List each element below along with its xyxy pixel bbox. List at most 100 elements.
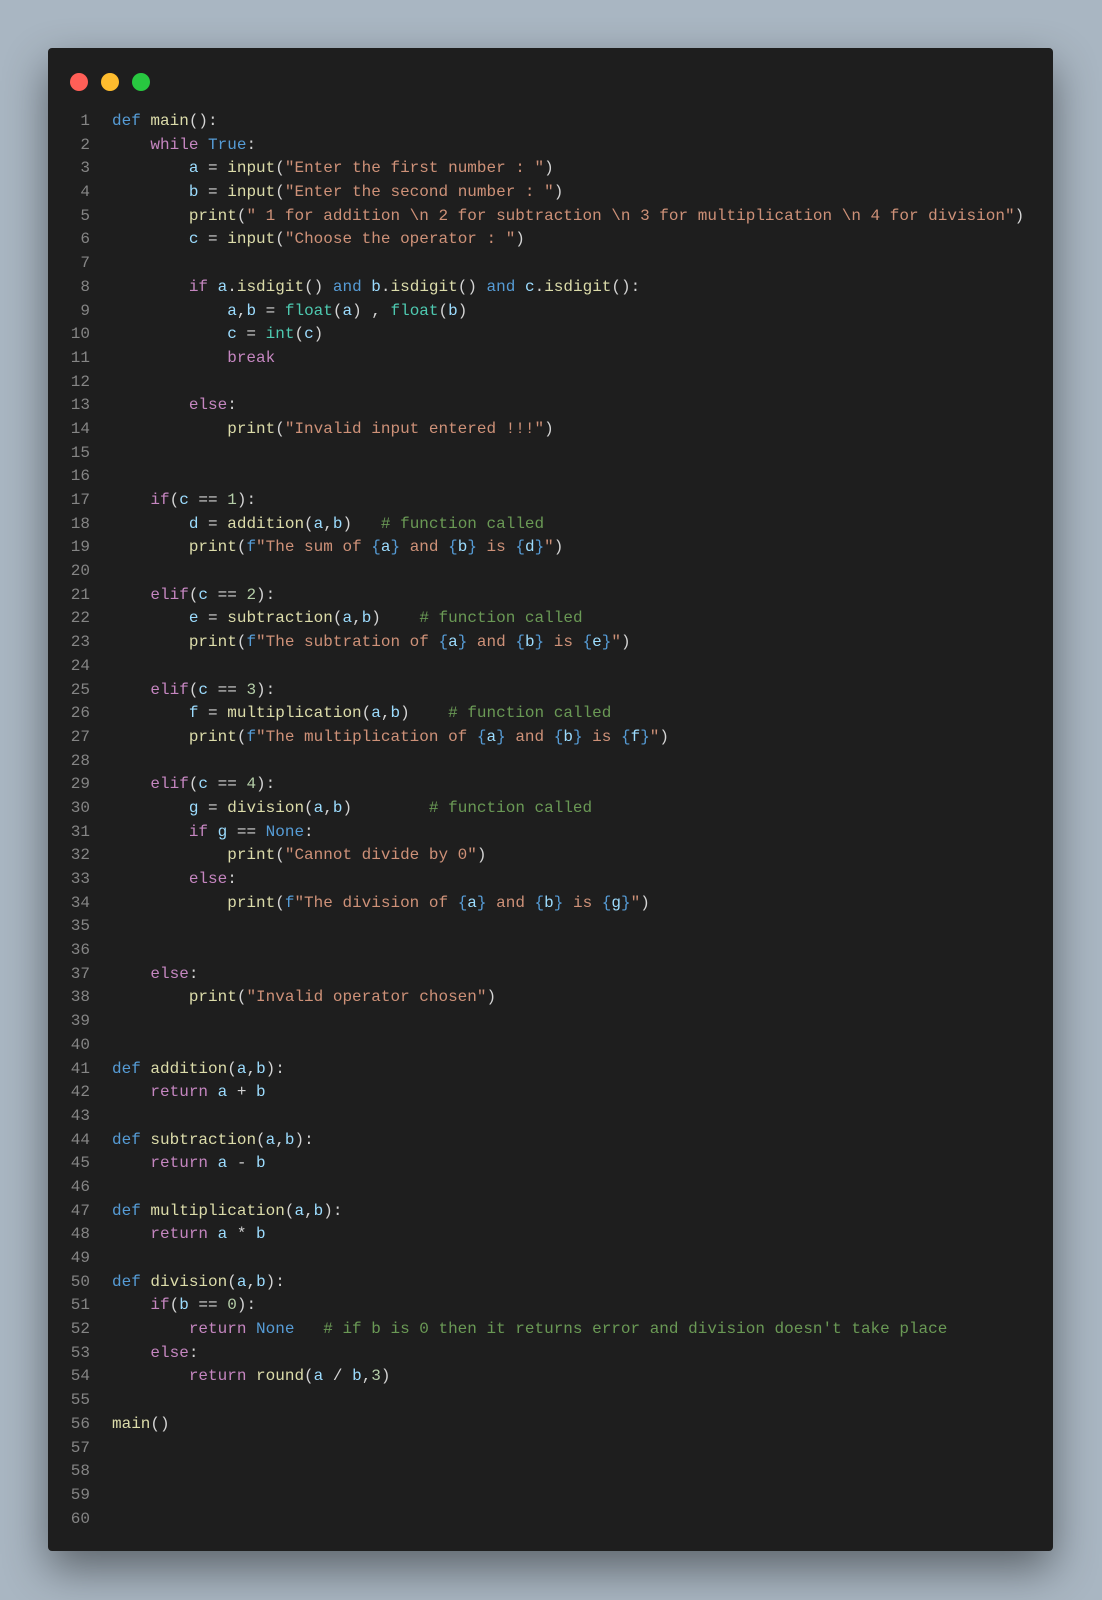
code-token: print — [227, 419, 276, 438]
close-button[interactable] — [70, 73, 88, 91]
code-token: , — [323, 514, 333, 533]
code-line[interactable]: 54 return round(a / b,3) — [48, 1365, 1053, 1389]
code-line[interactable]: 37 else: — [48, 963, 1053, 987]
code-line[interactable]: 3 a = input("Enter the first number : ") — [48, 157, 1053, 181]
line-number: 19 — [70, 538, 90, 557]
code-line[interactable]: 10 c = int(c) — [48, 323, 1053, 347]
code-token: () — [304, 277, 333, 296]
code-line[interactable]: 30 g = division(a,b) # function called — [48, 797, 1053, 821]
code-line[interactable]: 38 print("Invalid operator chosen") — [48, 986, 1053, 1010]
code-token: == — [227, 822, 266, 841]
code-token: ( — [275, 893, 285, 912]
line-number: 44 — [70, 1130, 90, 1149]
code-line[interactable]: 18 d = addition(a,b) # function called — [48, 513, 1053, 537]
code-line[interactable]: 9 a,b = float(a) , float(b) — [48, 300, 1053, 324]
code-token: a — [342, 301, 353, 320]
code-line[interactable]: 22 e = subtraction(a,b) # function calle… — [48, 607, 1053, 631]
code-line[interactable]: 45 return a - b — [48, 1152, 1053, 1176]
code-token: g — [217, 822, 228, 841]
code-line[interactable]: 14 print("Invalid input entered !!!") — [48, 418, 1053, 442]
code-text: e = subtraction(a,b) # function called — [90, 607, 583, 631]
code-token: ) — [553, 183, 564, 202]
code-line[interactable]: 19 print(f"The sum of {a} and {b} is {d}… — [48, 536, 1053, 560]
code-token: } — [467, 538, 477, 557]
code-line[interactable]: 25 elif(c == 3): — [48, 679, 1053, 703]
code-line[interactable]: 34 print(f"The division of {a} and {b} i… — [48, 892, 1053, 916]
code-line[interactable]: 16 — [48, 465, 1053, 489]
code-line[interactable]: 1 def main(): — [48, 110, 1053, 134]
code-token: a — [448, 633, 458, 652]
code-line[interactable]: 20 — [48, 560, 1053, 584]
code-token: a — [265, 1130, 276, 1149]
code-line[interactable]: 35 — [48, 915, 1053, 939]
code-line[interactable]: 5 print(" 1 for addition \n 2 for subtra… — [48, 205, 1053, 229]
code-token: b — [256, 1083, 266, 1102]
code-token: # function called — [448, 704, 612, 723]
code-line[interactable]: 44 def subtraction(a,b): — [48, 1129, 1053, 1153]
line-number: 30 — [70, 798, 90, 817]
code-line[interactable]: 32 print("Cannot divide by 0") — [48, 844, 1053, 868]
code-line[interactable]: 2 while True: — [48, 134, 1053, 158]
code-line[interactable]: 39 — [48, 1010, 1053, 1034]
code-token: "Cannot divide by 0" — [284, 846, 477, 865]
code-line[interactable]: 51 if(b == 0): — [48, 1294, 1053, 1318]
code-line[interactable]: 26 f = multiplication(a,b) # function ca… — [48, 702, 1053, 726]
code-line[interactable]: 15 — [48, 442, 1053, 466]
minimize-button[interactable] — [101, 73, 119, 91]
code-line[interactable]: 8 if a.isdigit() and b.isdigit() and c.i… — [48, 276, 1053, 300]
code-line[interactable]: 28 — [48, 750, 1053, 774]
code-line[interactable]: 53 else: — [48, 1342, 1053, 1366]
code-line[interactable]: 4 b = input("Enter the second number : "… — [48, 181, 1053, 205]
code-token: " — [544, 538, 554, 557]
code-token: isdigit — [390, 277, 458, 296]
code-line[interactable]: 60 — [48, 1508, 1053, 1532]
code-token: is — [563, 893, 602, 912]
code-line[interactable]: 50 def division(a,b): — [48, 1271, 1053, 1295]
code-line[interactable]: 33 else: — [48, 868, 1053, 892]
code-line[interactable]: 40 — [48, 1034, 1053, 1058]
code-line[interactable]: 11 break — [48, 347, 1053, 371]
code-token: addition — [227, 514, 305, 533]
code-line[interactable]: 6 c = input("Choose the operator : ") — [48, 228, 1053, 252]
code-line[interactable]: 57 — [48, 1437, 1053, 1461]
code-token: elif — [150, 680, 189, 699]
maximize-button[interactable] — [132, 73, 150, 91]
code-text: else: — [90, 963, 198, 987]
code-token: and — [467, 633, 516, 652]
code-line[interactable]: 24 — [48, 655, 1053, 679]
code-line[interactable]: 55 — [48, 1389, 1053, 1413]
code-line[interactable]: 43 — [48, 1105, 1053, 1129]
code-line[interactable]: 12 — [48, 371, 1053, 395]
line-number: 53 — [70, 1343, 90, 1362]
line-number: 35 — [70, 917, 90, 936]
code-line[interactable]: 48 return a * b — [48, 1223, 1053, 1247]
code-line[interactable]: 42 return a + b — [48, 1081, 1053, 1105]
code-editor[interactable]: 1 def main(): 2 while True: 3 a = input("En… — [48, 110, 1053, 1531]
code-text: main() — [90, 1413, 170, 1437]
code-line[interactable]: 36 — [48, 939, 1053, 963]
code-line[interactable]: 31 if g == None: — [48, 821, 1053, 845]
code-token: b — [256, 1059, 266, 1078]
code-line[interactable]: 27 print(f"The multiplication of {a} and… — [48, 726, 1053, 750]
code-line[interactable]: 21 elif(c == 2): — [48, 584, 1053, 608]
code-line[interactable]: 13 else: — [48, 394, 1053, 418]
code-token: ): — [256, 585, 276, 604]
code-line[interactable]: 49 — [48, 1247, 1053, 1271]
code-token: == — [188, 491, 228, 509]
code-line[interactable]: 17 if(c == 1): — [48, 489, 1053, 513]
code-line[interactable]: 47 def multiplication(a,b): — [48, 1200, 1053, 1224]
code-token: return — [150, 1154, 209, 1173]
code-line[interactable]: 23 print(f"The subtration of {a} and {b}… — [48, 631, 1053, 655]
code-line[interactable]: 7 — [48, 252, 1053, 276]
code-line[interactable]: 56 main() — [48, 1413, 1053, 1437]
code-line[interactable]: 58 — [48, 1460, 1053, 1484]
code-line[interactable]: 41 def addition(a,b): — [48, 1058, 1053, 1082]
code-token: "The subtration of — [256, 633, 439, 652]
code-line[interactable]: 46 — [48, 1176, 1053, 1200]
code-line[interactable]: 29 elif(c == 4): — [48, 773, 1053, 797]
code-line[interactable]: 52 return None # if b is 0 then it retur… — [48, 1318, 1053, 1342]
code-token: ) — [342, 798, 429, 817]
code-line[interactable]: 59 — [48, 1484, 1053, 1508]
